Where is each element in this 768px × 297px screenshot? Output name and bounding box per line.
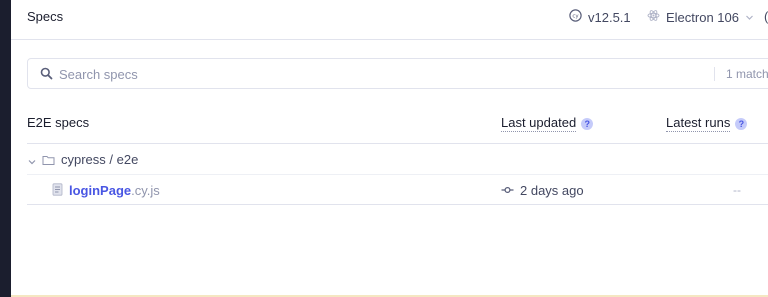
latest-runs-value: -- [733, 183, 741, 197]
spec-file-base: loginPage [69, 183, 132, 198]
app-window: Specs cy v12.5.1 Electron 106 (Search s… [0, 0, 768, 297]
header-overflow-glyph: ( [764, 9, 768, 24]
table-header: E2E specs Last updated ? Latest runs ? [27, 108, 768, 144]
folder-label: cypress / e2e [61, 152, 139, 167]
column-header-last-updated[interactable]: Last updated ? [501, 115, 594, 132]
search-divider [714, 67, 715, 81]
git-commit-icon [501, 183, 514, 198]
page-header: Specs cy v12.5.1 Electron 106 ( [11, 0, 768, 40]
spec-search: 1 match [27, 58, 768, 89]
search-input[interactable] [59, 65, 659, 83]
svg-text:cy: cy [572, 14, 579, 20]
version-label: v12.5.1 [588, 9, 631, 25]
help-icon[interactable]: ? [735, 117, 748, 130]
last-updated-value: 2 days ago [520, 183, 584, 198]
chevron-down-icon [745, 10, 754, 25]
cypress-logo-icon: cy [569, 9, 582, 25]
table-row[interactable]: loginPage.cy.js 2 days ago -- [27, 175, 768, 205]
last-updated-cell: 2 days ago [501, 183, 584, 198]
column-header-latest-runs[interactable]: Latest runs ? [666, 115, 748, 132]
search-icon [40, 67, 53, 85]
last-updated-label: Last updated [501, 115, 577, 132]
folder-icon [42, 153, 55, 171]
sidebar-edge [0, 0, 11, 297]
folder-row[interactable]: cypress / e2e [27, 144, 768, 175]
browser-label: Electron 106 [666, 9, 739, 25]
spec-file-ext: .cy.js [131, 183, 160, 198]
document-icon [52, 183, 63, 201]
help-icon[interactable]: ? [581, 117, 594, 130]
electron-icon [647, 9, 660, 25]
page-title: Specs [27, 9, 64, 24]
latest-runs-label: Latest runs [666, 115, 731, 132]
version-badge[interactable]: cy v12.5.1 [569, 9, 631, 25]
spec-file-link[interactable]: loginPage.cy.js [69, 183, 160, 198]
match-count: 1 match [726, 67, 768, 81]
browser-select[interactable]: Electron 106 [647, 9, 754, 25]
chevron-down-icon[interactable] [27, 154, 37, 172]
column-header-specs: E2E specs [27, 115, 90, 130]
